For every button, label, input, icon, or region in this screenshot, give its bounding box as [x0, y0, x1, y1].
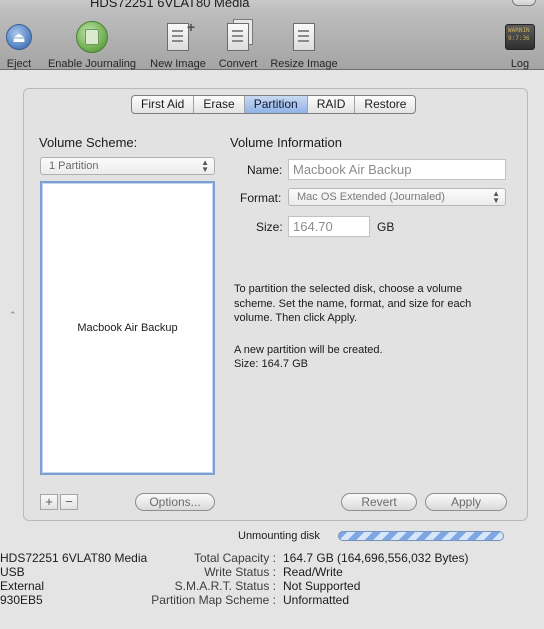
revert-button[interactable]: Revert — [341, 493, 417, 511]
partition-map-scheme-label: Partition Map Scheme : — [151, 593, 276, 607]
partition-map-scheme-value: Unformatted — [283, 593, 350, 607]
partition-instructions: To partition the selected disk, choose a… — [234, 283, 472, 324]
tab-raid[interactable]: RAID — [308, 96, 356, 113]
format-value: Mac OS Extended (Journaled) — [297, 191, 445, 203]
status-text: Unmounting disk — [238, 530, 320, 542]
new-image-label: New Image — [150, 58, 206, 70]
name-field-value: Macbook Air Backup — [293, 162, 412, 177]
size-field-value: 164.70 — [293, 219, 333, 234]
name-label: Name: — [247, 163, 283, 177]
eject-label: Eject — [6, 58, 32, 70]
log-icon: WARNIN 9:7:36 I — [503, 20, 537, 54]
convert-icon — [221, 19, 255, 54]
tab-restore[interactable]: Restore — [355, 96, 415, 113]
log-label: Log — [510, 58, 530, 70]
new-image-button[interactable]: + New Image — [147, 12, 209, 70]
format-select[interactable]: Mac OS Extended (Journaled) ▲ ▼ — [288, 188, 506, 206]
total-capacity-label: Total Capacity : — [193, 551, 276, 565]
volume-scheme-value: 1 Partition — [49, 160, 99, 172]
disk-name: HDS72251 6VLAT80 Media — [0, 551, 148, 565]
volume-information-heading: Volume Information — [230, 135, 343, 150]
window-title: HDS72251 6VLAT80 Media — [90, 0, 250, 10]
size-field[interactable]: 164.70 — [288, 216, 370, 237]
remove-partition-button[interactable]: − — [60, 494, 78, 510]
size-label: Size: — [256, 220, 283, 234]
toolbar: ⏏ Eject Enable Journaling + New Image Co… — [0, 12, 544, 70]
progress-bar — [338, 531, 504, 541]
total-capacity-value: 164.7 GB (164,696,556,032 Bytes) — [283, 551, 469, 565]
smart-status-value: Not Supported — [283, 579, 361, 593]
options-button[interactable]: Options... — [135, 493, 215, 511]
apply-button[interactable]: Apply — [425, 493, 507, 511]
smart-status-label: S.M.A.R.T. Status : — [174, 579, 276, 593]
resize-image-icon — [287, 20, 321, 54]
tab-first-aid[interactable]: First Aid — [132, 96, 195, 113]
enable-journaling-label: Enable Journaling — [47, 58, 137, 70]
select-arrows-icon: ▲ ▼ — [201, 158, 209, 174]
eject-button[interactable]: ⏏ Eject — [0, 12, 38, 70]
size-unit: GB — [377, 220, 395, 234]
convert-label: Convert — [218, 58, 258, 70]
add-partition-button[interactable]: + — [40, 494, 58, 510]
journaling-icon — [75, 20, 109, 54]
volume-scheme-heading: Volume Scheme: — [39, 135, 138, 150]
write-status-label: Write Status : — [204, 565, 276, 579]
partition-notice: A new partition will be created. — [234, 344, 383, 356]
disk-location: External — [0, 579, 45, 593]
tab-partition[interactable]: Partition — [244, 96, 308, 113]
new-image-icon: + — [161, 19, 195, 54]
tab-bar: First Aid Erase Partition RAID Restore — [131, 95, 417, 114]
convert-button[interactable]: Convert — [214, 12, 262, 70]
eject-icon: ⏏ — [2, 20, 36, 54]
progress-fill — [339, 532, 503, 540]
select-arrows-icon: ▲ ▼ — [492, 189, 500, 205]
tab-erase[interactable]: Erase — [194, 96, 245, 113]
partition-size-notice: Size: 164.7 GB — [234, 358, 308, 370]
name-field[interactable]: Macbook Air Backup — [288, 159, 506, 180]
volume-scheme-select[interactable]: 1 Partition ▲ ▼ — [40, 157, 215, 175]
partition-map[interactable]: Macbook Air Backup — [40, 181, 215, 475]
write-status-value: Read/Write — [283, 565, 343, 579]
resize-image-label: Resize Image — [270, 58, 338, 70]
resize-image-button[interactable]: Resize Image — [268, 12, 340, 70]
disk-connection: USB — [0, 565, 25, 579]
sidebar-collapse-icon[interactable]: ⌃ — [9, 310, 17, 321]
log-button[interactable]: WARNIN 9:7:36 I Log — [500, 12, 540, 70]
title-bar: HDS72251 6VLAT80 Media — [0, 0, 544, 12]
format-label: Format: — [240, 191, 282, 205]
enable-journaling-button[interactable]: Enable Journaling — [44, 12, 140, 70]
disk-identifier: 930EB5 — [0, 593, 43, 607]
toolbar-toggle-button[interactable] — [512, 0, 536, 6]
partition-block-label: Macbook Air Backup — [77, 322, 178, 334]
